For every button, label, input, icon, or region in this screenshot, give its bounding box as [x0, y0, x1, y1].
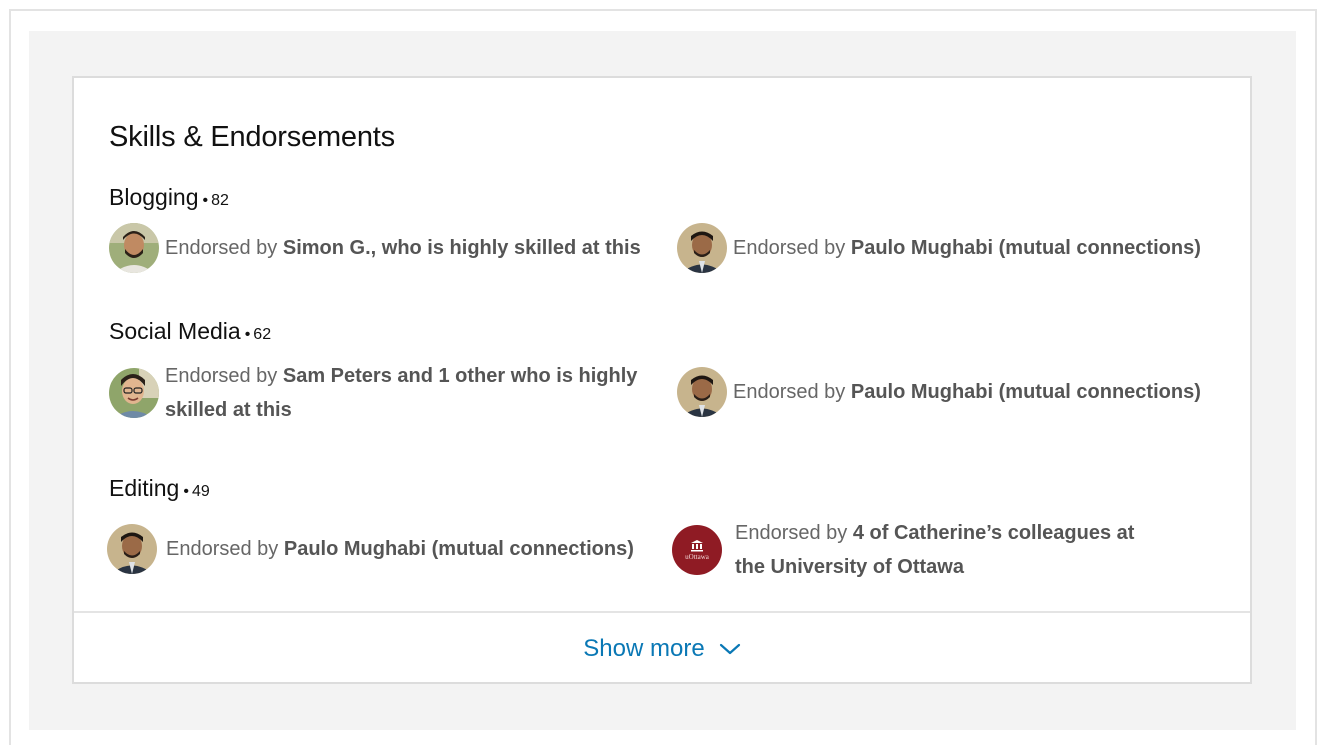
endorsement-text: Endorsed by Paulo Mughabi (mutual connec… — [166, 538, 634, 560]
endorsement-item[interactable]: Endorsed by Sam Peters and 1 other who i… — [109, 359, 649, 427]
endorser-link[interactable]: Paulo Mughabi (mutual connections) — [851, 237, 1201, 259]
skill-header-social-media[interactable]: Social Media • 62 — [109, 318, 271, 345]
avatar[interactable] — [677, 223, 727, 273]
endorsement-item[interactable]: Endorsed by Paulo Mughabi (mutual connec… — [107, 524, 647, 574]
endorser-link[interactable]: Simon G., who is highly skilled at this — [283, 237, 641, 259]
building-icon — [691, 540, 703, 552]
endorsement-text: Endorsed by Paulo Mughabi (mutual connec… — [733, 237, 1201, 259]
logo-wordmark: uOttawa — [685, 553, 709, 561]
skill-name[interactable]: Editing — [109, 475, 179, 501]
endorsement-item[interactable]: Endorsed by Simon G., who is highly skil… — [109, 223, 649, 273]
person-paulo-icon — [107, 524, 157, 574]
uottawa-logo-icon[interactable]: uOttawa — [672, 525, 722, 575]
avatar[interactable] — [677, 367, 727, 417]
endorsement-item[interactable]: Endorsed by Paulo Mughabi (mutual connec… — [677, 367, 1237, 417]
skill-name[interactable]: Blogging — [109, 184, 199, 210]
person-paulo-icon — [677, 367, 727, 417]
avatar[interactable] — [107, 524, 157, 574]
endorsement-count[interactable]: 62 — [253, 326, 271, 343]
endorser-link[interactable]: Paulo Mughabi (mutual connections) — [851, 381, 1201, 403]
avatar[interactable] — [109, 368, 159, 418]
skills-endorsements-card: Skills & Endorsements Blogging • 82 Endors… — [72, 76, 1252, 684]
person-simon-icon — [109, 223, 159, 273]
show-more-button[interactable]: Show more — [74, 613, 1250, 684]
skill-name[interactable]: Social Media — [109, 318, 241, 344]
separator-dot: • — [244, 326, 251, 343]
skill-header-blogging[interactable]: Blogging • 82 — [109, 184, 229, 211]
show-more-label[interactable]: Show more — [583, 635, 704, 663]
endorsement-text: Endorsed by 4 of Catherine’s colleagues … — [735, 522, 1135, 578]
person-paulo-icon — [677, 223, 727, 273]
endorsement-item[interactable]: Endorsed by Paulo Mughabi (mutual connec… — [677, 223, 1237, 273]
endorser-link[interactable]: Paulo Mughabi (mutual connections) — [284, 538, 634, 560]
separator-dot: • — [183, 483, 189, 500]
chevron-down-icon[interactable] — [719, 635, 741, 663]
person-sam-icon — [109, 368, 159, 418]
endorsement-count[interactable]: 49 — [192, 483, 210, 500]
separator-dot: • — [202, 192, 209, 209]
endorsement-text: Endorsed by Sam Peters and 1 other who i… — [165, 365, 638, 421]
skill-header-editing[interactable]: Editing • 49 — [109, 475, 210, 502]
endorsement-item[interactable]: uOttawa Endorsed by 4 of Catherine’s col… — [672, 516, 1152, 584]
endorsement-text: Endorsed by Paulo Mughabi (mutual connec… — [733, 381, 1201, 403]
endorsement-count[interactable]: 82 — [211, 192, 229, 209]
endorsement-text: Endorsed by Simon G., who is highly skil… — [165, 237, 641, 259]
avatar[interactable] — [109, 223, 159, 273]
section-title: Skills & Endorsements — [109, 121, 395, 153]
